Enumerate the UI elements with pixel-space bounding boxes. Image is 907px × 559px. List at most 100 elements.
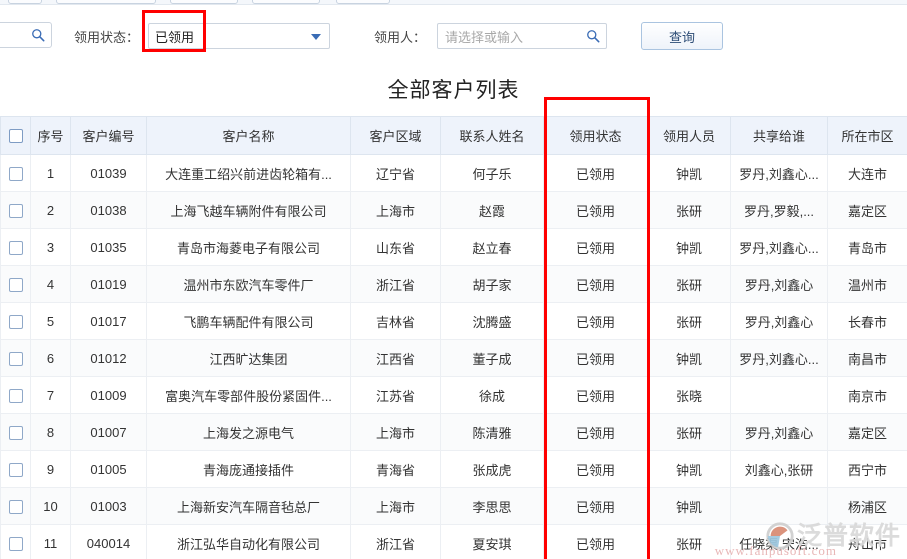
row-checkbox-cell[interactable] bbox=[0, 191, 31, 229]
cell-status: 已领用 bbox=[543, 450, 648, 488]
cell-city: 温州市 bbox=[827, 265, 907, 303]
row-checkbox-cell[interactable] bbox=[0, 376, 31, 414]
row-checkbox-cell[interactable] bbox=[0, 154, 31, 192]
cell-status: 已领用 bbox=[543, 339, 648, 377]
row-checkbox-cell[interactable] bbox=[0, 265, 31, 303]
cell-customer-code[interactable]: 01038 bbox=[70, 191, 147, 229]
cell-owner[interactable]: 钟凯 bbox=[647, 154, 731, 192]
header-name[interactable]: 客户名称 bbox=[146, 116, 351, 155]
cell-area: 山东省 bbox=[350, 228, 441, 266]
row-checkbox-cell[interactable] bbox=[0, 524, 31, 559]
cell-index: 3 bbox=[30, 228, 71, 266]
cell-owner[interactable]: 钟凯 bbox=[647, 450, 731, 488]
table-row[interactable]: 8 01007 上海发之源电气 上海市 陈清雅 已领用 张研 罗丹,刘鑫心 嘉定区 bbox=[0, 413, 907, 451]
cell-owner[interactable]: 张研 bbox=[647, 191, 731, 229]
table-row[interactable]: 10 01003 上海新安汽车隔音毡总厂 上海市 李思思 已领用 钟凯 杨浦区 bbox=[0, 487, 907, 525]
cell-customer-code[interactable]: 040014 bbox=[70, 524, 147, 559]
cell-customer-code[interactable]: 01019 bbox=[70, 265, 147, 303]
row-checkbox[interactable] bbox=[8, 536, 23, 551]
cell-customer-code[interactable]: 01005 bbox=[70, 450, 147, 488]
header-status[interactable]: 领用状态 bbox=[543, 116, 648, 155]
cell-customer-name[interactable]: 青岛市海菱电子有限公司 bbox=[146, 228, 351, 266]
chevron-down-icon[interactable] bbox=[311, 34, 321, 40]
owner-filter-input[interactable]: 请选择或输入 bbox=[437, 23, 607, 49]
cell-owner[interactable]: 钟凯 bbox=[647, 339, 731, 377]
row-checkbox-cell[interactable] bbox=[0, 339, 31, 377]
cell-index: 2 bbox=[30, 191, 71, 229]
cell-customer-code[interactable]: 01039 bbox=[70, 154, 147, 192]
select-all-checkbox[interactable] bbox=[8, 129, 23, 144]
cell-index: 4 bbox=[30, 265, 71, 303]
table-row[interactable]: 3 01035 青岛市海菱电子有限公司 山东省 赵立春 已领用 钟凯 罗丹,刘鑫心... 青岛市 bbox=[0, 228, 907, 266]
cell-index: 6 bbox=[30, 339, 71, 377]
table-row[interactable]: 1 01039 大连重工绍兴前进齿轮箱有... 辽宁省 何子乐 已领用 钟凯 罗丹,刘鑫心..… bbox=[0, 154, 907, 192]
cell-owner[interactable]: 张研 bbox=[647, 302, 731, 340]
table-row[interactable]: 7 01009 富奥汽车零部件股份紧固件... 江苏省 徐成 已领用 张晓 南京市 bbox=[0, 376, 907, 414]
header-code[interactable]: 客户编号 bbox=[70, 116, 147, 155]
row-checkbox[interactable] bbox=[8, 166, 23, 181]
header-index[interactable]: 序号 bbox=[30, 116, 71, 155]
header-contact[interactable]: 联系人姓名 bbox=[440, 116, 544, 155]
row-checkbox[interactable] bbox=[8, 314, 23, 329]
row-checkbox[interactable] bbox=[8, 277, 23, 292]
row-checkbox[interactable] bbox=[8, 240, 23, 255]
cell-customer-name[interactable]: 江西旷达集团 bbox=[146, 339, 351, 377]
row-checkbox[interactable] bbox=[8, 425, 23, 440]
owner-filter-label: 领用人： bbox=[374, 30, 427, 45]
row-checkbox[interactable] bbox=[8, 388, 23, 403]
table-row[interactable]: 4 01019 温州市东欧汽车零件厂 浙江省 胡子家 已领用 张研 罗丹,刘鑫心 温州市 bbox=[0, 265, 907, 303]
cell-area: 浙江省 bbox=[350, 265, 441, 303]
table-row[interactable]: 2 01038 上海飞越车辆附件有限公司 上海市 赵霞 已领用 张研 罗丹,罗毅,... 嘉定区 bbox=[0, 191, 907, 229]
owner-search-icon[interactable] bbox=[586, 29, 600, 43]
cell-customer-name[interactable]: 浙江弘华自动化有限公司 bbox=[146, 524, 351, 559]
cell-owner[interactable]: 张研 bbox=[647, 413, 731, 451]
cell-customer-code[interactable]: 01017 bbox=[70, 302, 147, 340]
cell-customer-code[interactable]: 01007 bbox=[70, 413, 147, 451]
cell-customer-name[interactable]: 飞鹏车辆配件有限公司 bbox=[146, 302, 351, 340]
header-owner[interactable]: 领用人员 bbox=[647, 116, 731, 155]
header-city[interactable]: 所在市区 bbox=[827, 116, 907, 155]
table-row[interactable]: 11 040014 浙江弘华自动化有限公司 浙江省 夏安琪 已领用 张研 任晓渠,宋浩... 舟… bbox=[0, 524, 907, 559]
row-checkbox-cell[interactable] bbox=[0, 450, 31, 488]
cell-customer-code[interactable]: 01035 bbox=[70, 228, 147, 266]
row-checkbox[interactable] bbox=[8, 351, 23, 366]
cell-owner[interactable]: 张晓 bbox=[647, 376, 731, 414]
cell-customer-code[interactable]: 01009 bbox=[70, 376, 147, 414]
cell-owner[interactable]: 张研 bbox=[647, 265, 731, 303]
cell-contact: 胡子家 bbox=[440, 265, 544, 303]
cell-customer-name[interactable]: 上海发之源电气 bbox=[146, 413, 351, 451]
header-select-all[interactable] bbox=[0, 116, 31, 155]
cell-customer-name[interactable]: 上海新安汽车隔音毡总厂 bbox=[146, 487, 351, 525]
status-filter-select[interactable]: 已领用 bbox=[148, 23, 330, 49]
row-checkbox-cell[interactable] bbox=[0, 413, 31, 451]
cell-city: 嘉定区 bbox=[827, 191, 907, 229]
cell-customer-name[interactable]: 大连重工绍兴前进齿轮箱有... bbox=[146, 154, 351, 192]
row-checkbox[interactable] bbox=[8, 203, 23, 218]
row-checkbox-cell[interactable] bbox=[0, 302, 31, 340]
table-row[interactable]: 9 01005 青海庞通接插件 青海省 张成虎 已领用 钟凯 刘鑫心,张研 西宁市 bbox=[0, 450, 907, 488]
cell-status: 已领用 bbox=[543, 265, 648, 303]
table-row[interactable]: 5 01017 飞鹏车辆配件有限公司 吉林省 沈腾盛 已领用 张研 罗丹,刘鑫心 长春市 bbox=[0, 302, 907, 340]
page-title: 全部客户列表 bbox=[387, 79, 520, 102]
search-icon bbox=[31, 28, 45, 42]
cell-customer-name[interactable]: 富奥汽车零部件股份紧固件... bbox=[146, 376, 351, 414]
row-checkbox-cell[interactable] bbox=[0, 228, 31, 266]
cell-customer-code[interactable]: 01003 bbox=[70, 487, 147, 525]
search-input[interactable] bbox=[0, 22, 52, 48]
table-row[interactable]: 6 01012 江西旷达集团 江西省 董子成 已领用 钟凯 罗丹,刘鑫心... 南昌市 bbox=[0, 339, 907, 377]
query-button[interactable]: 查询 bbox=[641, 22, 723, 50]
cell-city: 大连市 bbox=[827, 154, 907, 192]
cell-customer-code[interactable]: 01012 bbox=[70, 339, 147, 377]
cell-customer-name[interactable]: 青海庞通接插件 bbox=[146, 450, 351, 488]
header-area[interactable]: 客户区域 bbox=[350, 116, 441, 155]
cell-owner[interactable]: 钟凯 bbox=[647, 228, 731, 266]
cell-owner[interactable]: 张研 bbox=[647, 524, 731, 559]
cell-customer-name[interactable]: 温州市东欧汽车零件厂 bbox=[146, 265, 351, 303]
row-checkbox-cell[interactable] bbox=[0, 487, 31, 525]
header-shared[interactable]: 共享给谁 bbox=[730, 116, 828, 155]
row-checkbox[interactable] bbox=[8, 462, 23, 477]
cell-owner[interactable]: 钟凯 bbox=[647, 487, 731, 525]
cell-customer-name[interactable]: 上海飞越车辆附件有限公司 bbox=[146, 191, 351, 229]
cell-city: 杨浦区 bbox=[827, 487, 907, 525]
row-checkbox[interactable] bbox=[8, 499, 23, 514]
